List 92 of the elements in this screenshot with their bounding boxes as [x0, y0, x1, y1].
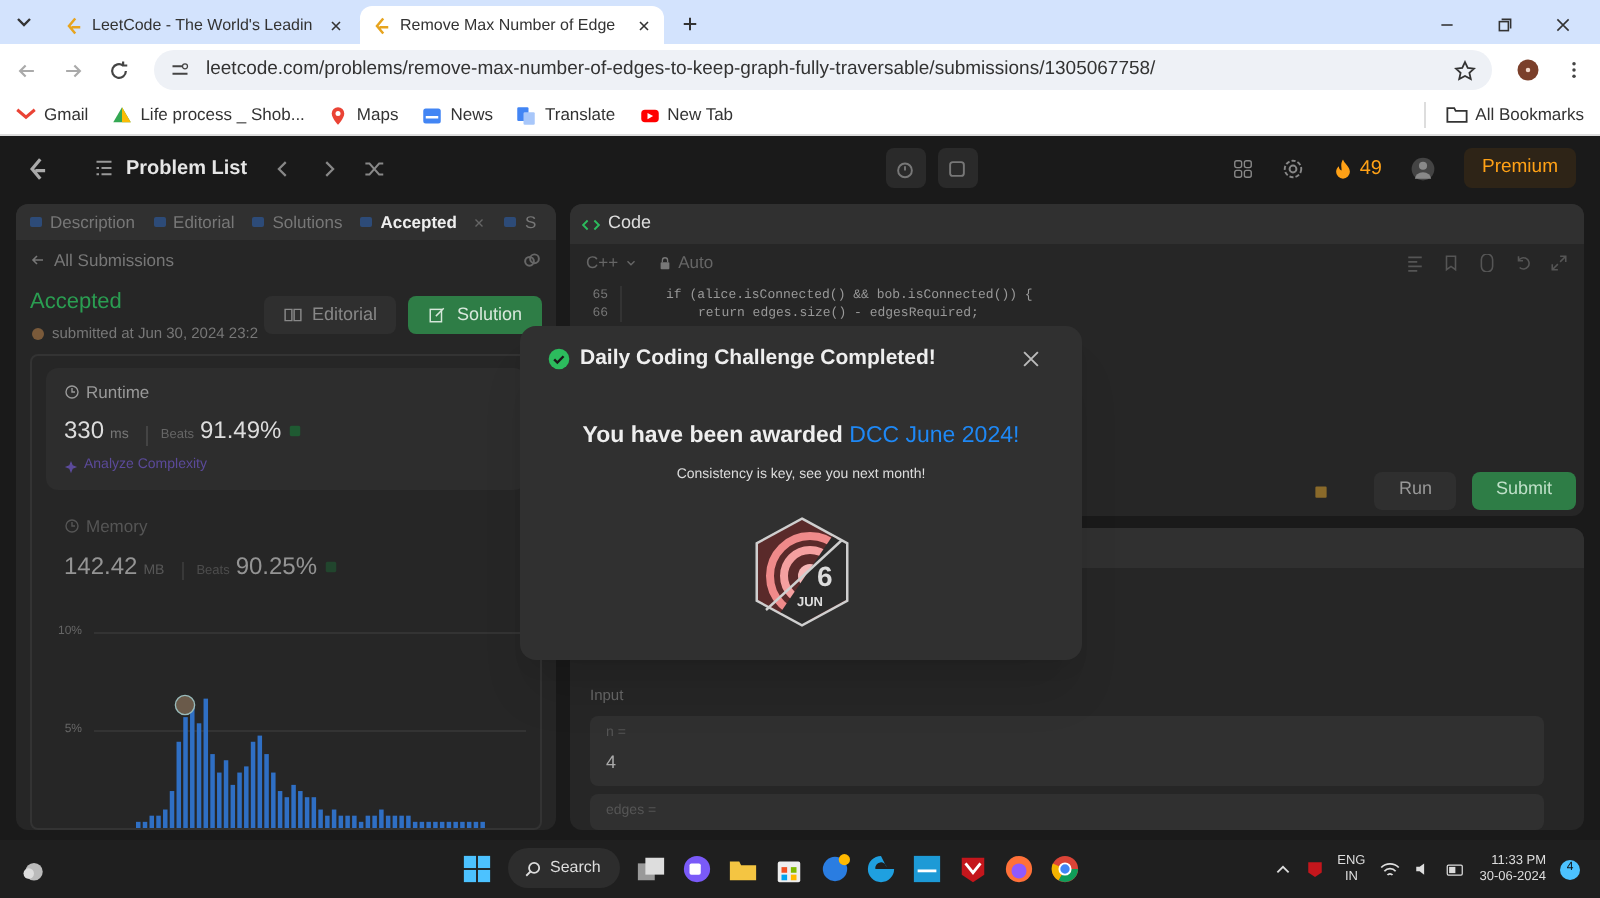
link-icon[interactable]: [522, 250, 542, 271]
notes-button[interactable]: [937, 148, 978, 188]
input-value: 4: [606, 750, 619, 776]
bookmark-link[interactable]: Translate: [516, 102, 616, 128]
lock-icon: [658, 255, 673, 269]
metric-value: 142.42: [64, 549, 138, 583]
leetcode-logo-icon[interactable]: [24, 155, 50, 181]
address-bar[interactable]: leetcode.com/problems/remove-max-number-of-edges-to-keep-graph-fully-traversable/submissions/1305067758/: [154, 50, 1492, 90]
url-text: leetcode.com/problems/remove-max-number-of-edges-to-keep-graph-fully-traversable/submissions/1305067758/: [206, 55, 1158, 84]
drive-triangle-icon: [112, 105, 133, 125]
beats-percent: 90.25%: [235, 549, 318, 583]
folder-icon: [1445, 104, 1468, 126]
chevron-down-icon: [624, 255, 639, 269]
tab-icon: [28, 214, 44, 230]
close-icon[interactable]: [328, 17, 344, 33]
all-bookmarks-button[interactable]: All Bookmarks: [1423, 102, 1584, 128]
tab-icon: [250, 214, 267, 230]
user-avatar-icon: [30, 325, 46, 342]
badge-day: 6: [817, 555, 833, 597]
chrome-icon[interactable]: [1050, 853, 1080, 883]
translate-icon: [516, 105, 537, 125]
chevron-up-icon[interactable]: [1273, 860, 1292, 878]
user-avatar-icon: [174, 693, 196, 715]
mail-icon: [16, 105, 36, 125]
firefox-icon[interactable]: [1004, 853, 1034, 883]
problem-list-link[interactable]: Problem List: [94, 153, 248, 183]
premium-button[interactable]: Premium: [1463, 148, 1576, 188]
sparkle-icon: [64, 460, 78, 474]
site-info-icon[interactable]: [170, 60, 190, 80]
user-avatar-icon[interactable]: [1409, 155, 1436, 181]
bookmark-star-icon[interactable]: [1454, 59, 1476, 81]
app-tile-icon[interactable]: [912, 853, 942, 883]
bookmark-link[interactable]: Gmail: [16, 102, 89, 128]
video-chat-icon[interactable]: [682, 853, 712, 883]
tab-icon: [502, 214, 519, 230]
close-icon[interactable]: [1554, 16, 1572, 34]
book-icon: [283, 306, 302, 325]
settings-icon[interactable]: [1281, 157, 1304, 179]
search-field[interactable]: Search: [508, 848, 620, 888]
leetcode-logo-icon: [372, 15, 392, 35]
beats-percent: 91.49%: [200, 414, 282, 449]
submit-button[interactable]: Submit: [1471, 471, 1576, 509]
solution-button[interactable]: Solution: [408, 296, 542, 335]
runtime-label: Runtime: [64, 379, 508, 405]
bookmark-link[interactable]: News: [422, 102, 493, 128]
editorial-button[interactable]: Editorial: [263, 296, 397, 335]
edit-icon: [428, 306, 447, 325]
close-icon[interactable]: [1020, 348, 1042, 371]
shield-icon[interactable]: [958, 853, 988, 883]
tab-icon: [358, 214, 375, 230]
wifi-icon[interactable]: [1379, 859, 1400, 879]
submission-status: Accepted: [30, 287, 124, 318]
task-view-icon[interactable]: [636, 853, 666, 883]
bookmark-link[interactable]: New Tab: [639, 102, 734, 128]
close-icon[interactable]: [636, 17, 652, 33]
metric-value: 330: [64, 414, 105, 449]
code-icon: [582, 215, 600, 233]
dialog-title: Daily Coding Challenge Completed!: [580, 344, 936, 374]
new-tab-icon[interactable]: [680, 14, 700, 34]
edge-browser-icon[interactable]: [866, 853, 896, 883]
panel-tab[interactable]: Accepted: [358, 209, 457, 235]
shuffle-icon[interactable]: [363, 157, 386, 179]
streak-counter[interactable]: 49: [1331, 153, 1382, 183]
check-circle-icon: [548, 348, 570, 371]
play-icon: [639, 105, 660, 125]
browser-tab[interactable]: LeetCode - The World's Leadin: [52, 6, 356, 44]
leetcode-logo-icon: [64, 15, 84, 35]
note-icon: [946, 157, 969, 179]
map-pin-icon: [328, 105, 349, 125]
back-icon: [30, 252, 46, 269]
list-icon: [94, 158, 114, 178]
search-icon: [524, 859, 542, 877]
clock-icon: [64, 383, 80, 400]
flame-icon: [1331, 157, 1354, 179]
tab-title: LeetCode - The World's Leadin: [92, 13, 315, 37]
bookmark-link[interactable]: Life process _ Shob...: [112, 102, 305, 128]
bookmark-link[interactable]: Maps: [328, 102, 399, 128]
profile-avatar-icon[interactable]: [1516, 58, 1540, 82]
alarm-icon: [894, 157, 917, 179]
newspaper-icon: [422, 105, 443, 125]
browser-tab[interactable]: Remove Max Number of Edge: [360, 6, 664, 44]
timer-button[interactable]: [885, 148, 926, 188]
start-icon[interactable]: [462, 853, 492, 883]
panel-title: Code: [608, 210, 652, 237]
tab-icon: [151, 214, 168, 230]
run-button[interactable]: Run: [1374, 471, 1456, 509]
restore-icon[interactable]: [1496, 16, 1514, 34]
tab-title: Remove Max Number of Edge: [400, 13, 618, 37]
battery-icon[interactable]: [1445, 859, 1466, 879]
award-message: You have been awarded DCC June 2024!: [582, 421, 1020, 452]
reload-icon[interactable]: [108, 59, 130, 81]
grid-icon[interactable]: [1231, 157, 1254, 179]
